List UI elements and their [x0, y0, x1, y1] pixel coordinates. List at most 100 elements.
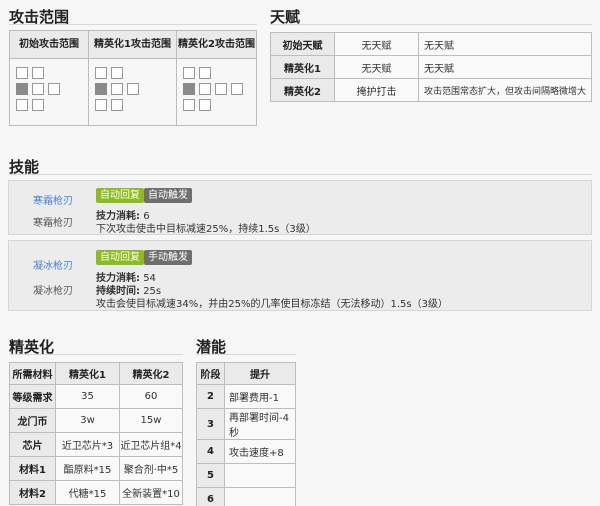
range-cell	[95, 67, 107, 79]
potential-table: 阶段 提升 2 部署费用-1 3 再部署时间-4秒 4 攻击速度+8 5 6	[196, 362, 296, 506]
table-row: 材料1 酯原料*15 聚合剂·中*5	[9, 456, 183, 481]
range-cell	[95, 99, 107, 111]
range-column-elite2: 精英化2攻击范围	[177, 31, 256, 125]
range-cell	[111, 99, 123, 111]
table-row: 材料2 代糖*15 全新装置*10	[9, 480, 183, 505]
skill-card: 凝冰枪刃 凝冰枪刃 自动回复 手动触发 技力消耗: 54 持续时间: 25s 攻…	[8, 240, 592, 311]
range-cell	[199, 99, 211, 111]
trigger-badge: 手动触发	[144, 250, 192, 265]
divider	[9, 354, 183, 355]
table-row: 4 攻击速度+8	[196, 439, 296, 464]
range-cell	[16, 67, 28, 79]
range-cell	[32, 99, 44, 111]
table-row: 等级需求 35 60	[9, 384, 183, 409]
potential-desc: 攻击速度+8	[224, 439, 296, 464]
potential-stage: 6	[196, 487, 225, 506]
skill-subname: 寒霜枪刃	[33, 218, 73, 229]
potential-desc: 再部署时间-4秒	[224, 408, 296, 440]
elite-row-label: 龙门币	[9, 408, 56, 433]
table-row: 2 部署费用-1	[196, 384, 296, 409]
skill-desc: 攻击会使目标减速34%，并由25%的几率使目标冻结（无法移动）1.5s（3级）	[96, 299, 448, 310]
elite-row-label: 芯片	[9, 432, 56, 457]
range-cell	[111, 83, 123, 95]
elite-value: 15w	[119, 408, 183, 433]
talent-table: 初始天赋 无天赋 无天赋 精英化1 无天赋 无天赋 精英化2 掩护打击 攻击范围…	[270, 32, 592, 102]
elite-value: 近卫芯片*3	[55, 432, 120, 457]
elite-row-label: 等级需求	[9, 384, 56, 409]
attack-range-table: 初始攻击范围 精英化1攻击范围 精英化2攻击范围	[9, 30, 257, 126]
elite-value: 全新装置*10	[119, 480, 183, 505]
table-row: 初始天赋 无天赋 无天赋	[270, 32, 592, 56]
recovery-badge: 自动回复	[96, 250, 144, 265]
potential-stage: 2	[196, 384, 225, 409]
divider	[9, 24, 257, 25]
table-row: 所需材料 精英化1 精英化2	[9, 362, 183, 385]
range-cell	[183, 99, 195, 111]
range-cell	[199, 83, 211, 95]
trigger-badge: 自动触发	[144, 188, 192, 203]
range-column-header: 初始攻击范围	[10, 31, 88, 59]
elite-value: 代糖*15	[55, 480, 120, 505]
elite-header: 精英化1	[55, 362, 120, 385]
operator-position-cell	[95, 83, 107, 95]
skill-card: 寒霜枪刃 寒霜枪刃 自动回复 自动触发 技力消耗: 6 下次攻击使击中目标减速2…	[8, 180, 592, 235]
operator-position-cell	[183, 83, 195, 95]
table-row: 5	[196, 463, 296, 488]
elite-row-label: 材料2	[9, 480, 56, 505]
elite-value: 酯原料*15	[55, 456, 120, 481]
divider	[9, 174, 592, 175]
divider	[270, 24, 592, 25]
talent-desc: 攻击范围常态扩大，但攻击间隔略微增大	[418, 78, 592, 102]
potential-header: 阶段	[196, 362, 225, 385]
range-cell	[183, 67, 195, 79]
elite-value: 3w	[55, 408, 120, 433]
elite-header: 所需材料	[9, 362, 56, 385]
range-column-initial: 初始攻击范围	[10, 31, 89, 125]
talent-stage: 精英化1	[270, 55, 335, 79]
elite-table: 所需材料 精英化1 精英化2 等级需求 35 60 龙门币 3w 15w 芯片 …	[9, 362, 183, 505]
elite-header: 精英化2	[119, 362, 183, 385]
range-cell	[199, 67, 211, 79]
range-cell	[48, 83, 60, 95]
operator-position-cell	[16, 83, 28, 95]
table-row: 精英化1 无天赋 无天赋	[270, 55, 592, 79]
talent-name: 无天赋	[334, 55, 419, 79]
range-cell	[32, 67, 44, 79]
table-row: 阶段 提升	[196, 362, 296, 385]
skill-subname: 凝冰枪刃	[33, 286, 73, 297]
table-row: 芯片 近卫芯片*3 近卫芯片组*4	[9, 432, 183, 457]
elite-value: 近卫芯片组*4	[119, 432, 183, 457]
potential-desc	[224, 487, 296, 506]
range-cell	[16, 99, 28, 111]
elite-value: 聚合剂·中*5	[119, 456, 183, 481]
range-cell	[127, 83, 139, 95]
potential-desc	[224, 463, 296, 488]
talent-stage: 初始天赋	[270, 32, 335, 56]
potential-desc: 部署费用-1	[224, 384, 296, 409]
potential-stage: 4	[196, 439, 225, 464]
talent-name: 无天赋	[334, 32, 419, 56]
range-cell	[231, 83, 243, 95]
talent-stage: 精英化2	[270, 78, 335, 102]
elite-value: 60	[119, 384, 183, 409]
range-column-header: 精英化1攻击范围	[89, 31, 176, 59]
recovery-badge: 自动回复	[96, 188, 144, 203]
skill-name: 凝冰枪刃	[33, 261, 73, 272]
range-column-elite1: 精英化1攻击范围	[89, 31, 177, 125]
range-cell	[215, 83, 227, 95]
potential-header: 提升	[224, 362, 296, 385]
potential-stage: 3	[196, 408, 225, 440]
skill-desc: 下次攻击使击中目标减速25%，持续1.5s（3级）	[96, 224, 316, 235]
talent-desc: 无天赋	[418, 32, 592, 56]
range-cell	[32, 83, 44, 95]
talent-name: 掩护打击	[334, 78, 419, 102]
potential-stage: 5	[196, 463, 225, 488]
range-column-header: 精英化2攻击范围	[177, 31, 256, 59]
table-row: 精英化2 掩护打击 攻击范围常态扩大，但攻击间隔略微增大	[270, 78, 592, 102]
elite-row-label: 材料1	[9, 456, 56, 481]
table-row: 6	[196, 487, 296, 506]
table-row: 龙门币 3w 15w	[9, 408, 183, 433]
table-row: 3 再部署时间-4秒	[196, 408, 296, 440]
divider	[196, 354, 296, 355]
talent-desc: 无天赋	[418, 55, 592, 79]
